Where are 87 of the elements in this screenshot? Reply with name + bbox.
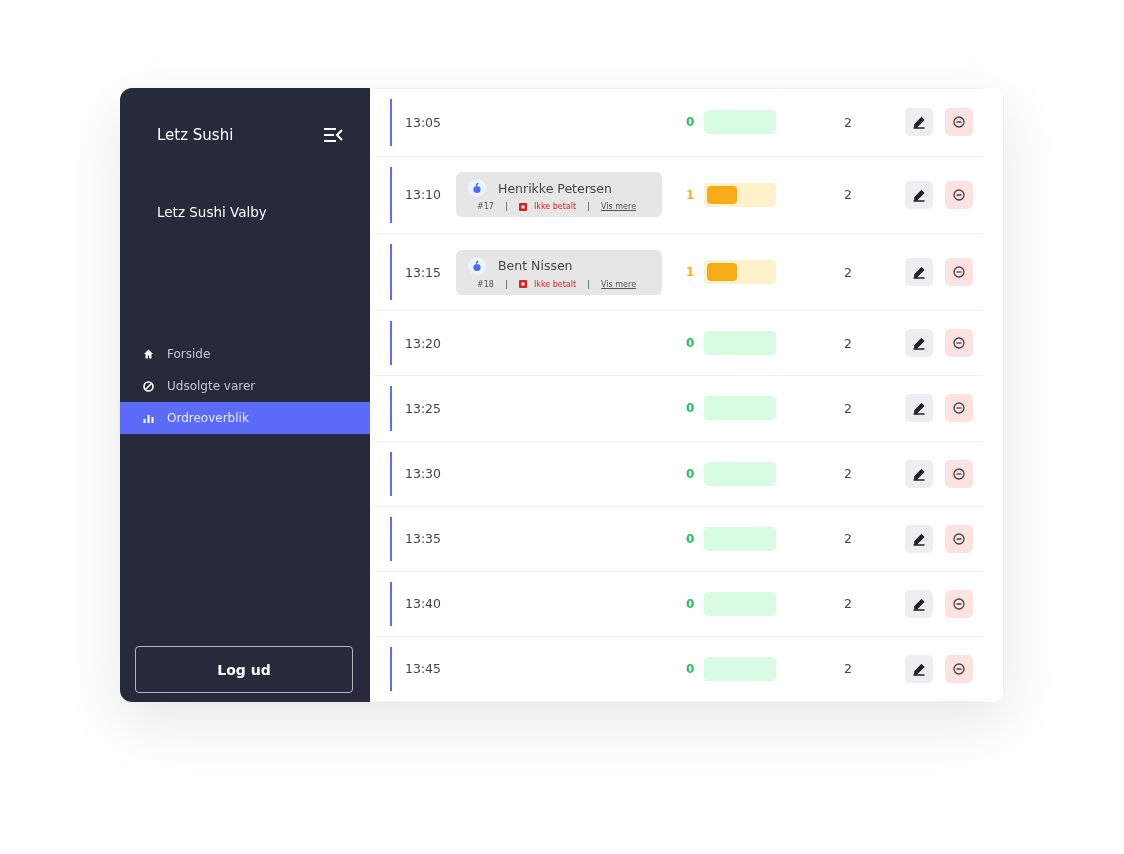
bar-chart-icon: [143, 413, 154, 423]
remove-button[interactable]: [945, 654, 973, 683]
unpaid-icon: [518, 280, 527, 289]
minus-circle-icon: [953, 597, 965, 610]
remove-button[interactable]: [945, 258, 973, 287]
pencil-icon: [912, 265, 926, 280]
edit-button[interactable]: [905, 329, 933, 358]
order-number: #18: [477, 279, 494, 289]
nav-item[interactable]: Ordreoverblik: [120, 402, 370, 434]
pencil-icon: [912, 596, 926, 611]
minus-circle-icon: [953, 337, 965, 350]
edit-button[interactable]: [905, 459, 933, 488]
minus-circle-icon: [953, 116, 965, 129]
menu-icon[interactable]: [323, 128, 343, 142]
home-icon: [143, 349, 154, 359]
payment-status: Ikke betalt: [533, 279, 577, 289]
time-slot: 13:10: [405, 187, 447, 203]
capacity-value: 2: [844, 187, 853, 203]
time-slot: 13:20: [405, 335, 447, 351]
customer-name: Henrikke Petersen: [498, 180, 612, 196]
capacity-value: 2: [844, 466, 853, 482]
time-slot: 13:45: [405, 661, 447, 677]
order-count: 1: [686, 187, 696, 202]
minus-circle-icon: [953, 532, 965, 545]
edit-button[interactable]: [905, 524, 933, 553]
capacity-value: 2: [844, 661, 853, 677]
minus-circle-icon: [953, 266, 965, 279]
edit-button[interactable]: [905, 180, 933, 209]
order-card[interactable]: Bent Nissen #18 Ikke betalt Vis mere: [456, 249, 662, 295]
time-slot: 13:05: [405, 114, 447, 130]
remove-button[interactable]: [945, 459, 973, 488]
minus-circle-icon: [953, 467, 965, 480]
pencil-icon: [912, 115, 926, 130]
logout-button[interactable]: Log ud: [135, 646, 353, 693]
show-more-link[interactable]: Vis mere: [601, 279, 637, 289]
pencil-icon: [912, 401, 926, 416]
pencil-icon: [912, 187, 926, 202]
time-slot: 13:35: [405, 531, 447, 547]
order-number: #17: [477, 202, 494, 212]
time-slot: 13:30: [405, 466, 447, 482]
remove-button[interactable]: [945, 180, 973, 209]
time-slot: 13:40: [405, 596, 447, 612]
time-slot: 13:15: [405, 264, 447, 280]
capacity-value: 2: [844, 264, 853, 280]
order-count: 1: [686, 265, 696, 280]
customer-icon: [468, 256, 486, 275]
order-count: 0: [686, 596, 696, 611]
minus-circle-icon: [953, 188, 965, 201]
customer-name: Bent Nissen: [498, 258, 573, 274]
pencil-icon: [912, 336, 926, 351]
order-count: 0: [686, 531, 696, 546]
remove-button[interactable]: [945, 108, 973, 137]
order-count: 0: [686, 661, 696, 676]
edit-button[interactable]: [905, 394, 933, 423]
capacity-value: 2: [844, 596, 853, 612]
brand-name: Letz Sushi: [157, 126, 234, 144]
edit-button[interactable]: [905, 654, 933, 683]
order-count: 0: [686, 336, 696, 351]
nav-item[interactable]: Udsolgte varer: [120, 370, 370, 402]
prohibited-icon: [143, 380, 154, 392]
minus-circle-icon: [953, 662, 965, 675]
time-slot: 13:25: [405, 400, 447, 416]
edit-button[interactable]: [905, 258, 933, 287]
capacity-value: 2: [844, 531, 853, 547]
remove-button[interactable]: [945, 329, 973, 358]
order-count: 0: [686, 401, 696, 416]
remove-button[interactable]: [945, 589, 973, 618]
restaurant-name: Letz Sushi Valby: [157, 204, 268, 220]
customer-icon: [468, 179, 486, 198]
remove-button[interactable]: [945, 394, 973, 423]
order-card[interactable]: Henrikke Petersen #17 Ikke betalt Vis mere: [456, 172, 662, 218]
order-count: 0: [686, 466, 696, 481]
minus-circle-icon: [953, 402, 965, 415]
capacity-value: 2: [844, 400, 853, 416]
edit-button[interactable]: [905, 589, 933, 618]
remove-button[interactable]: [945, 524, 973, 553]
edit-button[interactable]: [905, 108, 933, 137]
pencil-icon: [912, 531, 926, 546]
nav-item[interactable]: Forside: [120, 338, 370, 370]
capacity-value: 2: [844, 114, 853, 130]
pencil-icon: [912, 466, 926, 481]
pencil-icon: [912, 661, 926, 676]
show-more-link[interactable]: Vis mere: [601, 202, 637, 212]
unpaid-icon: [518, 202, 527, 211]
capacity-value: 2: [844, 335, 853, 351]
order-count: 0: [686, 115, 696, 130]
payment-status: Ikke betalt: [533, 202, 577, 212]
